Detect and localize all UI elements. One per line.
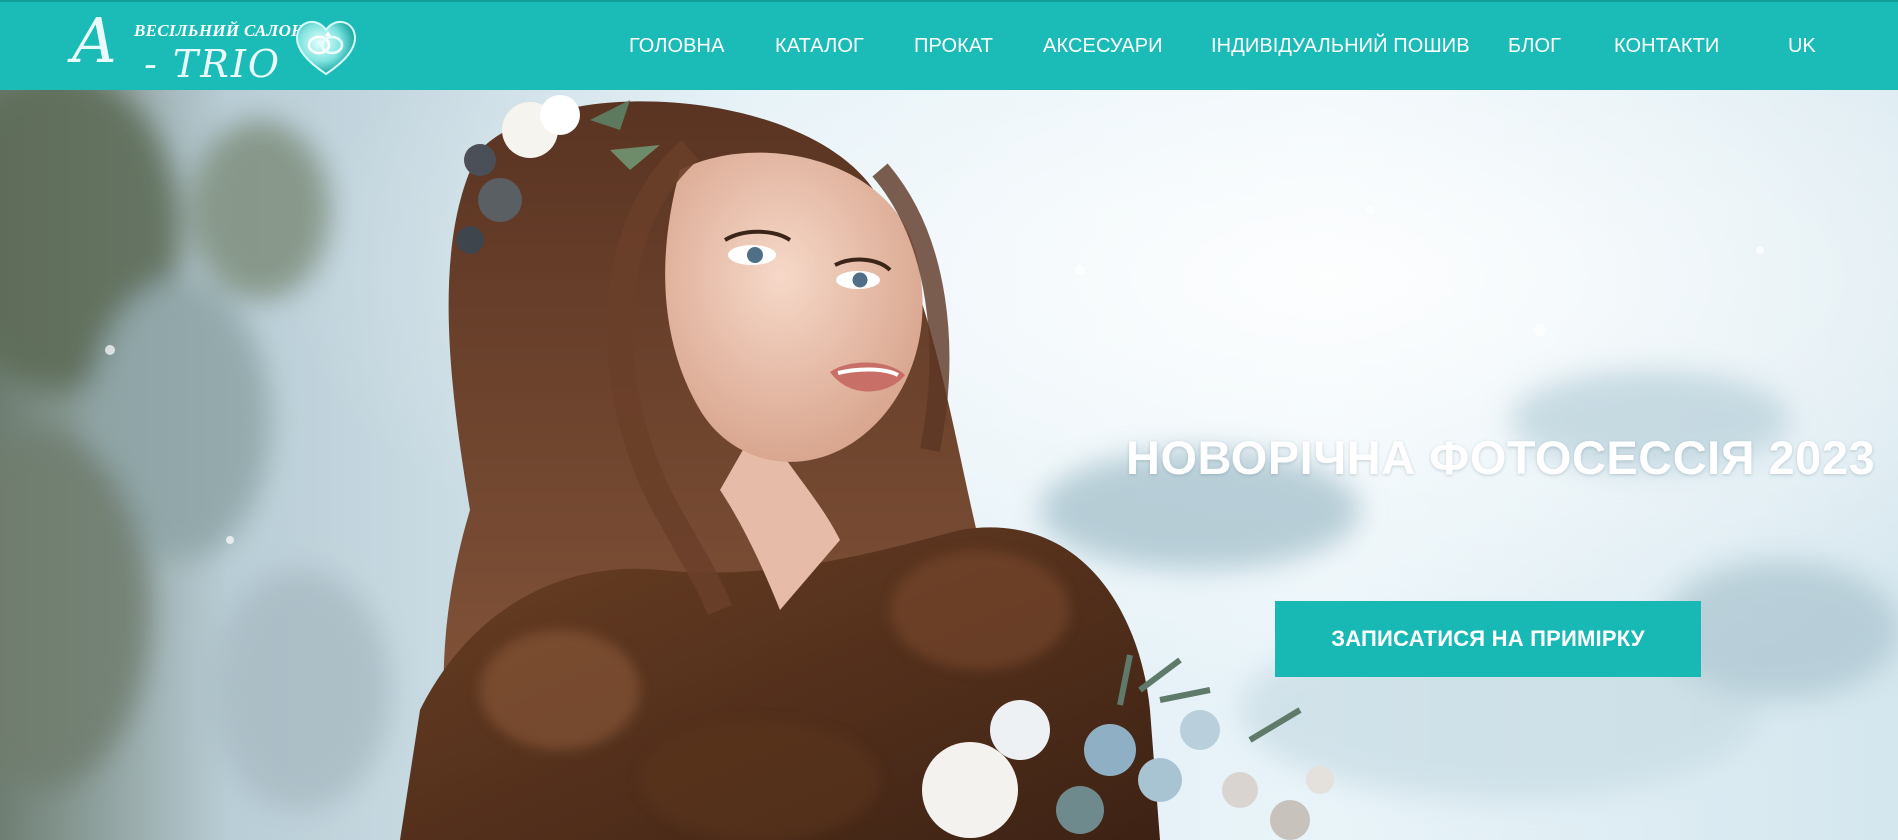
site-header: A ВЕСІЛЬНИЙ САЛОН - TRIO ГОЛОВНА КАТАЛОГ… (0, 0, 1898, 90)
book-fitting-button[interactable]: ЗАПИСАТИСЯ НА ПРИМІРКУ (1275, 601, 1701, 677)
nav-item-catalog[interactable]: КАТАЛОГ (775, 35, 864, 58)
nav-item-contacts[interactable]: КОНТАКТИ (1614, 35, 1719, 58)
nav-item-custom-tailoring[interactable]: ІНДИВІДУАЛЬНИЙ ПОШИВ (1211, 35, 1470, 58)
language-switcher[interactable]: UK (1788, 35, 1816, 58)
nav-item-home[interactable]: ГОЛОВНА (629, 35, 725, 58)
nav-item-accessories[interactable]: АКСЕСУАРИ (1043, 35, 1163, 58)
nav-item-rental[interactable]: ПРОКАТ (914, 35, 993, 58)
hero-title: НОВОРІЧНА ФОТОСЕССІЯ 2023 (1126, 431, 1876, 484)
hero-banner: НОВОРІЧНА ФОТОСЕССІЯ 2023 ЗАПИСАТИСЯ НА … (0, 90, 1898, 840)
nav-item-blog[interactable]: БЛОГ (1508, 35, 1561, 58)
main-nav: ГОЛОВНА КАТАЛОГ ПРОКАТ АКСЕСУАРИ ІНДИВІД… (0, 2, 1898, 92)
